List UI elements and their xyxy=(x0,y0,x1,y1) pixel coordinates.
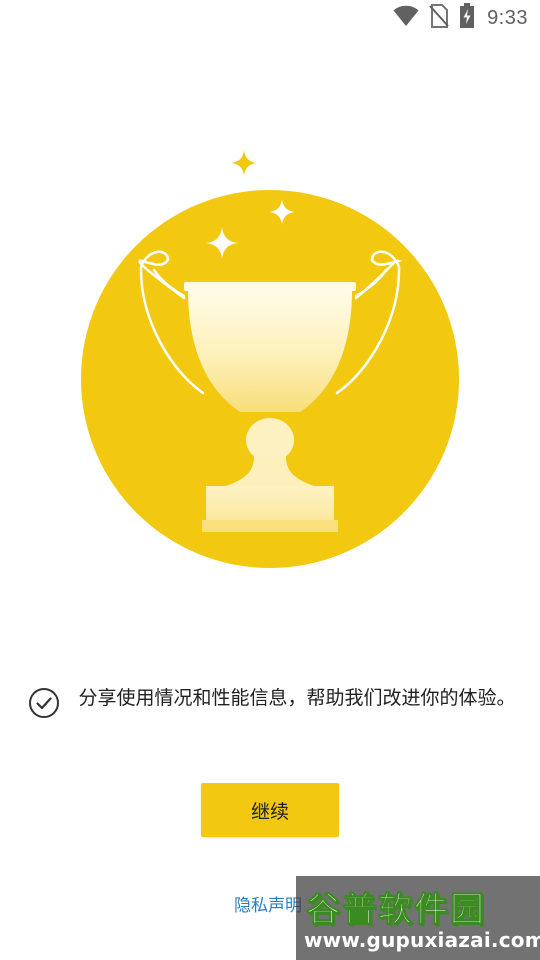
watermark: 谷普软件园 www.gupuxiazai.com xyxy=(296,876,540,960)
wifi-icon xyxy=(393,5,419,31)
status-bar: 9:33 xyxy=(0,0,540,36)
status-icons: 9:33 xyxy=(393,3,528,33)
no-sim-icon xyxy=(429,4,449,32)
hero-illustration xyxy=(78,148,462,572)
check-circle-icon[interactable] xyxy=(28,687,60,719)
continue-button[interactable]: 继续 xyxy=(201,783,339,837)
privacy-statement-link[interactable]: 隐私声明 xyxy=(234,891,302,916)
watermark-title: 谷普软件园 xyxy=(306,890,486,931)
sparkle-icon xyxy=(231,150,257,176)
watermark-url: www.gupuxiazai.com xyxy=(304,928,540,952)
status-time: 9:33 xyxy=(487,6,528,29)
consent-text: 分享使用情况和性能信息，帮助我们改进你的体验。 xyxy=(78,687,516,709)
battery-charging-icon xyxy=(459,3,475,33)
